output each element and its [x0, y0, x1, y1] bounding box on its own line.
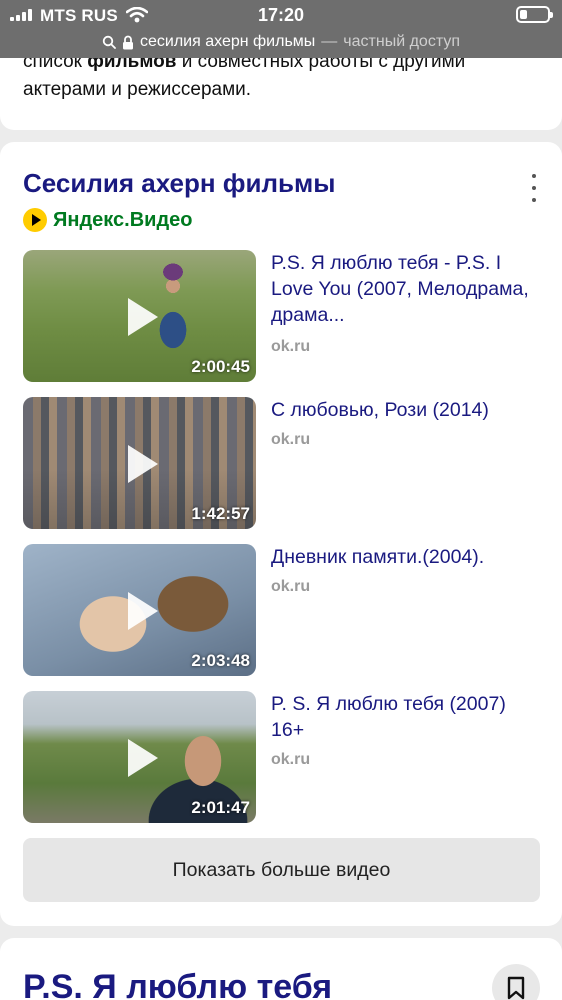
show-more-videos-button[interactable]: Показать больше видео [23, 838, 540, 902]
status-bar: MTS RUS 17:20 [0, 0, 562, 30]
url-query: сесилия ахерн фильмы [140, 33, 316, 50]
video-duration: 2:01:47 [191, 798, 250, 817]
video-duration: 2:03:48 [191, 651, 250, 670]
video-duration: 2:00:45 [191, 357, 250, 376]
video-host: ok.ru [271, 431, 311, 448]
lock-icon [123, 35, 133, 49]
video-host: ok.ru [271, 578, 311, 595]
video-title[interactable]: P.S. Я люблю тебя - P.S. I Love You (200… [271, 250, 541, 328]
video-title[interactable]: Дневник памяти.(2004). [271, 544, 541, 570]
video-thumbnail[interactable]: 2:03:48 [23, 544, 256, 676]
play-icon [128, 739, 158, 777]
url-separator: — [321, 33, 338, 50]
next-result-card: P.S. Я люблю тебя [0, 938, 562, 1000]
video-title[interactable]: P. S. Я люблю тебя (2007) 16+ [271, 691, 541, 743]
play-icon [128, 592, 158, 630]
play-icon [128, 298, 158, 336]
video-host: ok.ru [271, 338, 311, 355]
battery-icon [516, 6, 553, 23]
video-host: ok.ru [271, 751, 311, 768]
video-item[interactable]: 1:42:57 С любовью, Рози (2014) ok.ru [23, 397, 543, 529]
video-thumbnail[interactable]: 1:42:57 [23, 397, 256, 529]
play-icon [128, 445, 158, 483]
more-options-icon[interactable] [524, 174, 544, 202]
browser-top-bar: MTS RUS 17:20 сесилия ахерн фильмы — час… [0, 0, 562, 58]
search-icon [102, 35, 116, 49]
clock: 17:20 [257, 5, 305, 25]
video-thumbnail[interactable]: 2:00:45 [23, 250, 256, 382]
video-item[interactable]: 2:00:45 P.S. Я люблю тебя - P.S. I Love … [23, 250, 543, 382]
video-results-card: Сесилия ахерн фильмы Яндекс.Видео 2:00:4… [0, 142, 562, 926]
address-bar[interactable]: сесилия ахерн фильмы — частный доступ [0, 30, 562, 54]
video-source-label: Яндекс.Видео [53, 208, 193, 231]
video-thumbnail[interactable]: 2:01:47 [23, 691, 256, 823]
video-duration: 1:42:57 [191, 504, 250, 523]
bookmark-button[interactable] [492, 964, 540, 1000]
video-card-title[interactable]: Сесилия ахерн фильмы [23, 168, 335, 199]
video-source[interactable]: Яндекс.Видео [23, 208, 192, 232]
video-item[interactable]: 2:03:48 Дневник памяти.(2004). ok.ru [23, 544, 543, 676]
page: MTS RUS 17:20 сесилия ахерн фильмы — час… [0, 0, 562, 1000]
yandex-video-icon [23, 208, 47, 232]
video-item[interactable]: 2:01:47 P. S. Я люблю тебя (2007) 16+ ok… [23, 691, 543, 823]
video-title[interactable]: С любовью, Рози (2014) [271, 397, 541, 423]
bookmark-icon [507, 976, 525, 1000]
next-result-title[interactable]: P.S. Я люблю тебя [23, 968, 332, 1000]
private-mode-label: частный доступ [343, 33, 460, 50]
